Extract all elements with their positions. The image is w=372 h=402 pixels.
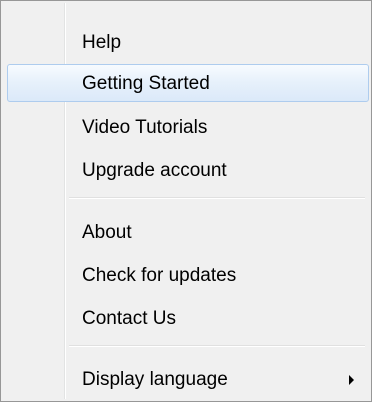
menu-body: Help Getting Started Video Tutorials Upg… <box>3 3 369 399</box>
menu-item-contact-us[interactable]: Contact Us <box>7 299 369 337</box>
menu-item-label: Contact Us <box>82 308 176 329</box>
chevron-right-icon <box>349 375 354 385</box>
menu-item-label: Getting Started <box>82 73 210 94</box>
menu-item-label: Help <box>82 32 122 53</box>
menu-separator <box>69 345 365 347</box>
menu-item-upgrade-account[interactable]: Upgrade account <box>7 151 369 189</box>
menu-item-getting-started[interactable]: Getting Started <box>7 64 369 102</box>
menu-item-label: Display language <box>82 369 228 390</box>
menu-item-display-language[interactable]: Display language <box>7 360 369 398</box>
menu-item-video-tutorials[interactable]: Video Tutorials <box>7 108 369 146</box>
menu-item-label: Video Tutorials <box>82 117 208 138</box>
menu-item-label: About <box>82 222 132 243</box>
menu-item-help[interactable]: Help <box>7 23 369 61</box>
icon-gutter-divider <box>64 3 66 399</box>
menu-item-label: Check for updates <box>82 265 237 286</box>
menu-item-check-for-updates[interactable]: Check for updates <box>7 256 369 294</box>
menu-item-about[interactable]: About <box>7 213 369 251</box>
menu-separator <box>69 197 365 199</box>
context-menu: Help Getting Started Video Tutorials Upg… <box>0 0 372 402</box>
menu-item-label: Upgrade account <box>82 160 227 181</box>
